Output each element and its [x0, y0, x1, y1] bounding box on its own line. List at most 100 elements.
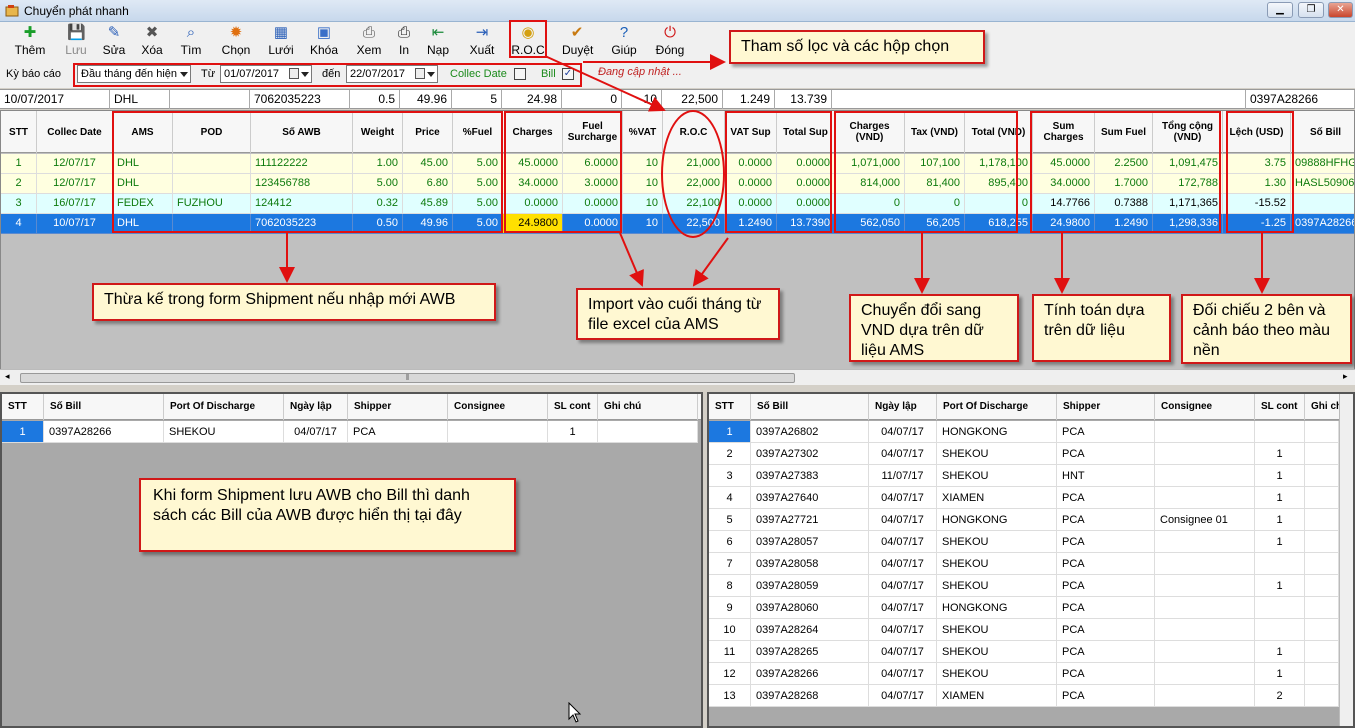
table-row[interactable]: 11 0397A28265 04/07/17 SHEKOU PCA 1 [709, 641, 1339, 663]
table-cell: 0397A27721 [751, 509, 869, 531]
print-icon: ⎙ [397, 24, 410, 41]
table-cell: 1 [1255, 509, 1305, 531]
table-cell: PCA [1057, 685, 1155, 707]
toolbar-button-10[interactable]: ⇤ Nạp [426, 24, 450, 60]
import-icon: ⇤ [431, 24, 445, 41]
close-window-button[interactable]: ✕ [1328, 2, 1353, 18]
entry-field-2[interactable] [170, 90, 250, 109]
entry-field-5[interactable]: 49.96 [400, 90, 452, 109]
table-cell: 1 [1255, 465, 1305, 487]
table-cell: 09888HFHGY [1291, 154, 1354, 174]
entry-field-9[interactable]: 10 [622, 90, 662, 109]
table-row[interactable]: 5 0397A27721 04/07/17 HONGKONG PCA Consignee … [709, 509, 1339, 531]
toolbar-button-4[interactable]: ⌕ Tìm [179, 24, 203, 60]
table-cell: 5 [709, 509, 751, 531]
table-cell: 04/07/17 [869, 663, 937, 685]
toolbar-button-14[interactable]: ? Giúp [610, 24, 638, 60]
table-cell [1155, 641, 1255, 663]
toolbar-button-9[interactable]: ⎙ In [395, 24, 413, 60]
entry-field-1[interactable]: DHL [110, 90, 170, 109]
entry-field-14[interactable]: 0397A28266 [1246, 90, 1355, 109]
column-header: Port Of Discharge [937, 394, 1057, 420]
table-cell: XIAMEN [937, 487, 1057, 509]
scroll-thumb[interactable]: ⦀ [20, 373, 795, 383]
table-cell: 16/07/17 [37, 194, 113, 214]
entry-field-0[interactable]: 10/07/2017 [0, 90, 110, 109]
table-cell: PCA [1057, 443, 1155, 465]
import-highlight-box [504, 111, 622, 233]
maximize-button[interactable]: ❐ [1298, 2, 1324, 18]
horizontal-scrollbar[interactable]: ◂ ⦀ ▸ [0, 369, 1355, 385]
table-row[interactable]: 1 0397A26802 04/07/17 HONGKONG PCA [709, 421, 1339, 443]
entry-field-13[interactable] [832, 90, 1246, 109]
toolbar-button-2[interactable]: ✎ Sửa [102, 24, 126, 60]
table-cell [1305, 597, 1339, 619]
entry-field-8[interactable]: 0 [562, 90, 622, 109]
scroll-right-icon[interactable]: ▸ [1343, 371, 1348, 382]
table-cell [448, 421, 548, 443]
column-header: Shipper [1057, 394, 1155, 420]
toolbar-button-6[interactable]: ▦ Lưới [267, 24, 295, 60]
entry-field-11[interactable]: 1.249 [723, 90, 775, 109]
table-cell [1155, 597, 1255, 619]
table-cell [1155, 443, 1255, 465]
table-row[interactable]: 4 0397A27640 04/07/17 XIAMEN PCA 1 [709, 487, 1339, 509]
toolbar-label: Duyệt [562, 43, 594, 57]
entry-field-3[interactable]: 7062035223 [250, 90, 350, 109]
entry-field-4[interactable]: 0.5 [350, 90, 400, 109]
table-cell: 13 [709, 685, 751, 707]
table-row[interactable]: 1 0397A28266 SHEKOU 04/07/17 PCA 1 [2, 421, 698, 443]
table-cell [1305, 575, 1339, 597]
toolbar-button-11[interactable]: ⇥ Xuất [468, 24, 496, 60]
table-cell: 1 [1255, 641, 1305, 663]
table-row[interactable]: 12 0397A28266 04/07/17 SHEKOU PCA 1 [709, 663, 1339, 685]
table-row[interactable]: 9 0397A28060 04/07/17 HONGKONG PCA [709, 597, 1339, 619]
table-row[interactable]: 6 0397A28057 04/07/17 SHEKOU PCA 1 [709, 531, 1339, 553]
convert-callout: Chuyển đổi sang VND dựa trên dữ liệu AMS [849, 294, 1019, 362]
all-bills-header: STT Số Bill Ngày lập Port Of Discharge Shipp… [709, 394, 1353, 420]
table-row[interactable]: 3 0397A27383 11/07/17 SHEKOU HNT 1 [709, 465, 1339, 487]
table-cell: SHEKOU [937, 619, 1057, 641]
scroll-left-icon[interactable]: ◂ [5, 371, 10, 382]
table-row[interactable]: 10 0397A28264 04/07/17 SHEKOU PCA [709, 619, 1339, 641]
minimize-button[interactable]: ▁ [1267, 2, 1293, 18]
status-text: Đang cập nhật ... [598, 66, 682, 78]
table-cell: 12/07/17 [37, 154, 113, 174]
import-callout: Import vào cuối tháng từ file excel của … [576, 288, 780, 340]
table-cell: 0397A28266 [751, 663, 869, 685]
toolbar-button-0[interactable]: ✚ Thêm [12, 24, 48, 60]
table-cell: 0397A28264 [751, 619, 869, 641]
toolbar-button-7[interactable]: ▣ Khóa [310, 24, 338, 60]
toolbar-button-3[interactable]: ✖ Xóa [140, 24, 164, 60]
toolbar-button-1[interactable]: 💾 Lưu [62, 24, 90, 60]
table-cell: 0397A27383 [751, 465, 869, 487]
column-header: STT [2, 394, 44, 420]
table-cell: 04/07/17 [869, 641, 937, 663]
table-cell: 10 [623, 214, 663, 234]
table-cell: SHEKOU [937, 641, 1057, 663]
table-row[interactable]: 2 0397A27302 04/07/17 SHEKOU PCA 1 [709, 443, 1339, 465]
bills-callout: Khi form Shipment lưu AWB cho Bill thì d… [139, 478, 516, 552]
toolbar-button-15[interactable]: ⏻ Đóng [653, 24, 687, 60]
vertical-scrollbar[interactable] [1339, 394, 1353, 726]
toolbar-label: Lưới [268, 43, 294, 57]
table-row[interactable]: 8 0397A28059 04/07/17 SHEKOU PCA 1 [709, 575, 1339, 597]
entry-field-7[interactable]: 24.98 [502, 90, 562, 109]
table-cell: 10 [623, 174, 663, 194]
toolbar-button-5[interactable]: ✹ Chọn [220, 24, 252, 60]
table-cell: 2 [1, 174, 37, 194]
entry-field-10[interactable]: 22,500 [662, 90, 723, 109]
entry-field-12[interactable]: 13.739 [775, 90, 832, 109]
column-header: STT [709, 394, 751, 420]
table-cell: PCA [1057, 575, 1155, 597]
toolbar-label: Thêm [14, 43, 46, 57]
table-cell: HONGKONG [937, 597, 1057, 619]
toolbar-button-8[interactable]: ⎙ Xem [355, 24, 383, 60]
toolbar-label: Xóa [141, 43, 163, 57]
compare-highlight-box [1226, 111, 1294, 233]
toolbar-button-13[interactable]: ✔ Duyệt [562, 24, 594, 60]
table-row[interactable]: 7 0397A28058 04/07/17 SHEKOU PCA [709, 553, 1339, 575]
roc-highlight-ellipse [661, 110, 725, 238]
entry-field-6[interactable]: 5 [452, 90, 502, 109]
table-row[interactable]: 13 0397A28268 04/07/17 XIAMEN PCA 2 [709, 685, 1339, 707]
